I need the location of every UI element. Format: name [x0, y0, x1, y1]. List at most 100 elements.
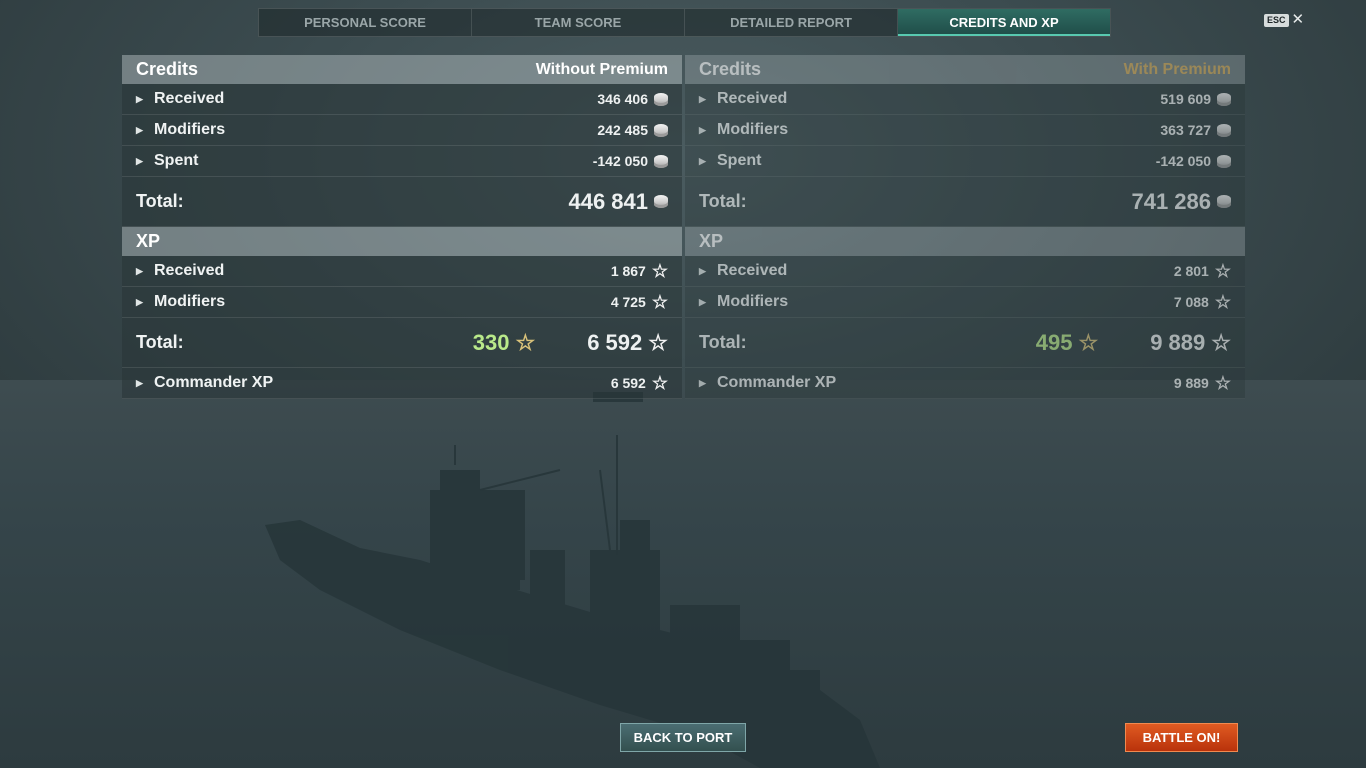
star-icon: ☆: [648, 329, 668, 355]
xp-total-label: Total:: [136, 332, 184, 352]
silver-coin-icon: [1217, 154, 1231, 168]
commander-xp-value: 9 889: [1173, 375, 1209, 391]
credits-modifiers-value: 242 485: [597, 122, 648, 138]
close-icon: ✕: [1291, 11, 1305, 28]
expand-arrow-icon: ▶: [699, 155, 706, 166]
xp-received-label: Received: [717, 262, 788, 279]
star-icon: ☆: [651, 261, 668, 281]
credits-title: Credits: [699, 59, 762, 79]
credits-modifiers-value: 363 727: [1160, 122, 1211, 138]
premium-credits-received-row[interactable]: ▶ Received 519 609: [685, 84, 1245, 115]
silver-coin-icon: [1217, 195, 1231, 208]
expand-arrow-icon: ▶: [136, 155, 143, 166]
premium-xp-modifiers-row[interactable]: ▶ Modifiers 7 088 ☆: [685, 287, 1245, 318]
commander-xp-label: Commander XP: [154, 374, 274, 391]
free-xp-value: 330: [472, 329, 510, 355]
xp-received-value: 1 867: [610, 263, 646, 279]
xp-total-value: 9 889: [1150, 329, 1206, 355]
tab-personal-score[interactable]: PERSONAL SCORE: [259, 9, 472, 36]
silver-coin-icon: [654, 195, 668, 208]
commander-xp-value: 6 592: [610, 375, 646, 391]
credits-spent-value: -142 050: [1155, 153, 1211, 169]
credits-received-label: Received: [154, 90, 225, 107]
credits-xp-panel-standard: Credits Without Premium ▶ Received 346 40…: [122, 55, 682, 399]
credits-total-row: Total: 446 841: [122, 177, 682, 227]
expand-arrow-icon: ▶: [136, 93, 143, 104]
credits-total-label: Total:: [136, 191, 184, 211]
xp-received-value: 2 801: [1173, 263, 1209, 279]
credits-spent-label: Spent: [154, 152, 199, 169]
xp-header: XP: [122, 227, 682, 256]
tab-detailed-report[interactable]: DETAILED REPORT: [685, 9, 898, 36]
star-icon: ☆: [651, 373, 668, 393]
star-icon: ☆: [1214, 261, 1231, 281]
premium-credits-total-row: Total: 741 286: [685, 177, 1245, 227]
expand-arrow-icon: ▶: [136, 265, 143, 276]
xp-total-label: Total:: [699, 332, 747, 352]
silver-coin-icon: [654, 92, 668, 106]
credits-received-value: 519 609: [1160, 91, 1211, 107]
xp-modifiers-value: 7 088: [1173, 294, 1209, 310]
xp-modifiers-label: Modifiers: [717, 293, 789, 310]
expand-arrow-icon: ▶: [699, 377, 706, 388]
star-icon: ☆: [1214, 292, 1231, 312]
credits-modifiers-row[interactable]: ▶ Modifiers 242 485: [122, 115, 682, 146]
expand-arrow-icon: ▶: [699, 265, 706, 276]
credits-spent-row[interactable]: ▶ Spent -142 050: [122, 146, 682, 177]
expand-arrow-icon: ▶: [136, 124, 143, 135]
silver-coin-icon: [1217, 92, 1231, 106]
xp-total-value: 6 592: [587, 329, 643, 355]
commander-xp-row[interactable]: ▶ Commander XP 6 592 ☆: [122, 368, 682, 399]
xp-modifiers-label: Modifiers: [154, 293, 226, 310]
free-xp-star-icon: ☆: [1078, 329, 1099, 355]
credits-total-label: Total:: [699, 191, 747, 211]
without-premium-label: Without Premium: [535, 60, 668, 78]
credits-xp-panel-premium: Credits With Premium ▶ Received 519 609 ▶…: [685, 55, 1245, 399]
credits-received-label: Received: [717, 90, 788, 107]
with-premium-label: With Premium: [1123, 60, 1231, 78]
tab-credits-and-xp[interactable]: CREDITS AND XP: [898, 9, 1110, 36]
expand-arrow-icon: ▶: [699, 296, 706, 307]
credits-spent-value: -142 050: [592, 153, 648, 169]
premium-xp-received-row[interactable]: ▶ Received 2 801 ☆: [685, 256, 1245, 287]
star-icon: ☆: [1214, 373, 1231, 393]
credits-header: Credits Without Premium: [122, 55, 682, 84]
credits-modifiers-label: Modifiers: [717, 121, 789, 138]
free-xp-value: 495: [1035, 329, 1073, 355]
xp-title: XP: [699, 231, 724, 251]
xp-title: XP: [136, 231, 161, 251]
results-tabs: PERSONAL SCORE TEAM SCORE DETAILED REPOR…: [258, 8, 1111, 37]
credits-received-row[interactable]: ▶ Received 346 406: [122, 84, 682, 115]
premium-commander-xp-row[interactable]: ▶ Commander XP 9 889 ☆: [685, 368, 1245, 399]
expand-arrow-icon: ▶: [136, 377, 143, 388]
expand-arrow-icon: ▶: [136, 296, 143, 307]
credits-total-value: 741 286: [1131, 188, 1211, 214]
xp-modifiers-row[interactable]: ▶ Modifiers 4 725 ☆: [122, 287, 682, 318]
close-button[interactable]: ESC ✕: [1264, 11, 1305, 28]
xp-received-label: Received: [154, 262, 225, 279]
back-to-port-button[interactable]: BACK TO PORT: [620, 723, 746, 752]
xp-modifiers-value: 4 725: [610, 294, 646, 310]
premium-credits-modifiers-row[interactable]: ▶ Modifiers 363 727: [685, 115, 1245, 146]
credits-spent-label: Spent: [717, 152, 762, 169]
silver-coin-icon: [654, 123, 668, 137]
premium-credits-spent-row[interactable]: ▶ Spent -142 050: [685, 146, 1245, 177]
premium-xp-total-row: Total: 495 ☆ 9 889 ☆: [685, 318, 1245, 368]
tab-team-score[interactable]: TEAM SCORE: [472, 9, 685, 36]
expand-arrow-icon: ▶: [699, 124, 706, 135]
credits-title: Credits: [136, 59, 199, 79]
battle-on-button[interactable]: BATTLE ON!: [1125, 723, 1238, 752]
silver-coin-icon: [1217, 123, 1231, 137]
star-icon: ☆: [651, 292, 668, 312]
credits-total-value: 446 841: [568, 188, 648, 214]
silver-coin-icon: [654, 154, 668, 168]
xp-total-row: Total: 330 ☆ 6 592 ☆: [122, 318, 682, 368]
credits-modifiers-label: Modifiers: [154, 121, 226, 138]
xp-header-premium: XP: [685, 227, 1245, 256]
star-icon: ☆: [1211, 329, 1231, 355]
commander-xp-label: Commander XP: [717, 374, 837, 391]
esc-key-icon: ESC: [1264, 13, 1289, 27]
credits-received-value: 346 406: [597, 91, 648, 107]
credits-header-premium: Credits With Premium: [685, 55, 1245, 84]
xp-received-row[interactable]: ▶ Received 1 867 ☆: [122, 256, 682, 287]
